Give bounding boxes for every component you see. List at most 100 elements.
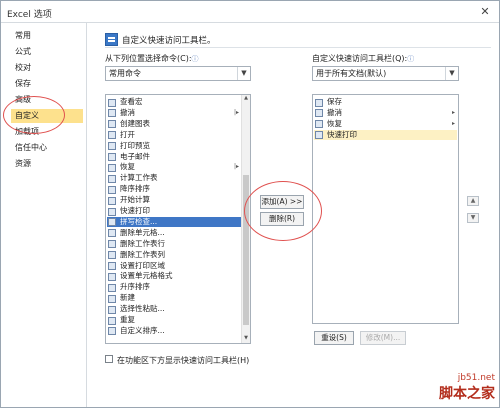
print-area-icon [108,262,116,270]
customize-toolbar-label: 自定义快速访问工具栏(Q):ⓘ [312,54,415,63]
list-item[interactable]: 自定义排序... [107,326,241,337]
redo-icon [315,120,323,129]
list-item[interactable]: 拼写检查... [107,216,241,228]
sort-desc-icon [108,185,116,194]
list-item-label: 打印预览 [120,140,150,150]
list-item[interactable]: 打开 [107,130,241,141]
list-item-label: 查看宏 [120,97,143,106]
sidebar-item-proofing[interactable]: 校对 [11,61,83,75]
scroll-up-icon[interactable]: ▲ [242,95,250,103]
show-below-ribbon-label: 在功能区下方显示快速访问工具栏(H) [117,356,250,365]
list-item-label: 计算工作表 [120,173,158,183]
sidebar-item-advanced[interactable]: 高级 [11,93,83,107]
choose-commands-value: 常用命令 [109,69,141,78]
list-item-label: 恢复 [327,118,342,128]
custom-sort-icon [108,327,116,336]
sidebar-item-formulas[interactable]: 公式 [11,45,83,59]
list-item-label: 创建图表 [120,118,150,128]
delete-cols-icon [108,251,116,260]
list-item-label: 快速打印 [120,206,150,215]
list-item-label: 保存 [327,97,342,106]
list-item[interactable]: 选择性粘贴... [107,304,241,315]
print-preview-icon [108,142,116,151]
list-item[interactable]: 创建图表 [107,119,241,130]
sidebar-item-resources[interactable]: 资源 [11,157,83,171]
move-down-button[interactable]: ▼ [467,213,479,223]
quick-print-icon [315,131,323,140]
list-item[interactable]: 降序排序 [107,184,241,195]
list-item[interactable]: 保存 [314,97,457,108]
sidebar-item-addins[interactable]: 加载项 [11,125,83,139]
calc-sheet-icon [108,174,116,183]
move-up-button[interactable]: ▲ [467,196,479,206]
modify-button[interactable]: 修改(M)... [360,331,406,345]
list-item[interactable]: 计算工作表 [107,173,241,184]
list-item-label: 恢复 [120,162,135,172]
list-item[interactable]: 查看宏 [107,97,241,108]
list-item-label: 撤消 [327,107,342,117]
email-icon [108,153,116,161]
info-icon: ⓘ [191,55,199,63]
left-list-scrollbar[interactable]: ▲ ▼ [241,95,250,343]
submenu-arrow-icon: |▸ [233,108,239,116]
sidebar-item-save[interactable]: 保存 [11,77,83,91]
format-cells-icon [108,272,116,281]
list-item[interactable]: 设置单元格格式 [107,271,241,282]
customize-toolbar-dropdown[interactable]: 用于所有文档(默认) ▼ [312,66,459,81]
scroll-down-icon[interactable]: ▼ [242,335,250,343]
list-item-label: 删除单元格... [120,227,165,237]
excel-options-dialog: Excel 选项 ✕ 常用 公式 校对 保存 高级 自定义 加载项 信任中心 资… [0,0,500,408]
list-item[interactable]: 新建 [107,293,241,304]
list-item[interactable]: 撤消 ▸ [314,108,457,119]
reset-button[interactable]: 重设(S) [314,331,354,345]
sort-asc-icon [108,283,116,292]
list-item[interactable]: 电子邮件 [107,152,241,163]
list-item[interactable]: 快速打印 [314,129,457,141]
close-button[interactable]: ✕ [477,4,493,20]
paste-special-icon [108,305,116,314]
list-item[interactable]: 开始计算 [107,195,241,206]
options-sidebar: 常用 公式 校对 保存 高级 自定义 加载项 信任中心 资源 [7,23,87,407]
toolbar-commands-list[interactable]: 保存 撤消 ▸ 恢复 ▸ 快速打印 [312,94,459,324]
list-item-label: 删除工作表列 [120,249,165,259]
chevron-down-icon: ▼ [445,67,458,80]
list-item[interactable]: 打印预览 [107,141,241,152]
list-item-label: 自定义排序... [120,325,165,335]
sidebar-item-general[interactable]: 常用 [11,29,83,43]
quick-print-icon [108,207,116,216]
list-item[interactable]: 删除单元格... [107,228,241,239]
toolbar-customize-icon [105,33,118,46]
watermark: jb51.net 脚本之家 [439,373,495,403]
sidebar-item-trust-center[interactable]: 信任中心 [11,141,83,155]
info-icon: ⓘ [407,55,415,63]
submenu-arrow-icon: ▸ [451,119,455,127]
show-below-ribbon-checkbox[interactable] [105,355,113,363]
list-item[interactable]: 重复 [107,315,241,326]
choose-commands-label: 从下列位置选择命令(C):ⓘ [105,54,199,63]
scroll-thumb[interactable] [243,175,249,325]
watermark-url: jb51.net [457,373,495,383]
section-header: 自定义快速访问工具栏。 [122,36,216,46]
list-item[interactable]: 删除工作表列 [107,250,241,261]
list-item-label: 新建 [120,293,135,303]
sidebar-item-customize[interactable]: 自定义 [11,109,83,123]
list-item[interactable]: 撤消 |▸ [107,108,241,119]
list-item[interactable]: 恢复 ▸ [314,119,457,130]
list-item[interactable]: 恢复 |▸ [107,162,241,173]
list-item[interactable]: 删除工作表行 [107,239,241,250]
chevron-down-icon: ▼ [237,67,250,80]
add-button[interactable]: 添加(A) >> [260,195,304,209]
available-commands-list[interactable]: 查看宏 撤消 |▸ 创建图表 打开 打印预览 电子邮件 恢复 |▸ 计算工作表 降序排序 开始计算 快速… [105,94,251,344]
list-item[interactable]: 快速打印 [107,206,241,217]
list-item-label: 开始计算 [120,195,150,205]
list-item[interactable]: 升序排序 [107,282,241,293]
list-item-label: 降序排序 [120,184,150,194]
annotation-ellipse-buttons [244,181,322,241]
remove-button[interactable]: 删除(R) [260,212,304,226]
customize-toolbar-value: 用于所有文档(默认) [316,69,387,78]
list-item[interactable]: 设置打印区域 [107,261,241,272]
list-item-label: 设置打印区域 [120,260,165,270]
chart-icon [108,120,116,129]
choose-commands-dropdown[interactable]: 常用命令 ▼ [105,66,251,81]
save-icon [315,98,323,107]
